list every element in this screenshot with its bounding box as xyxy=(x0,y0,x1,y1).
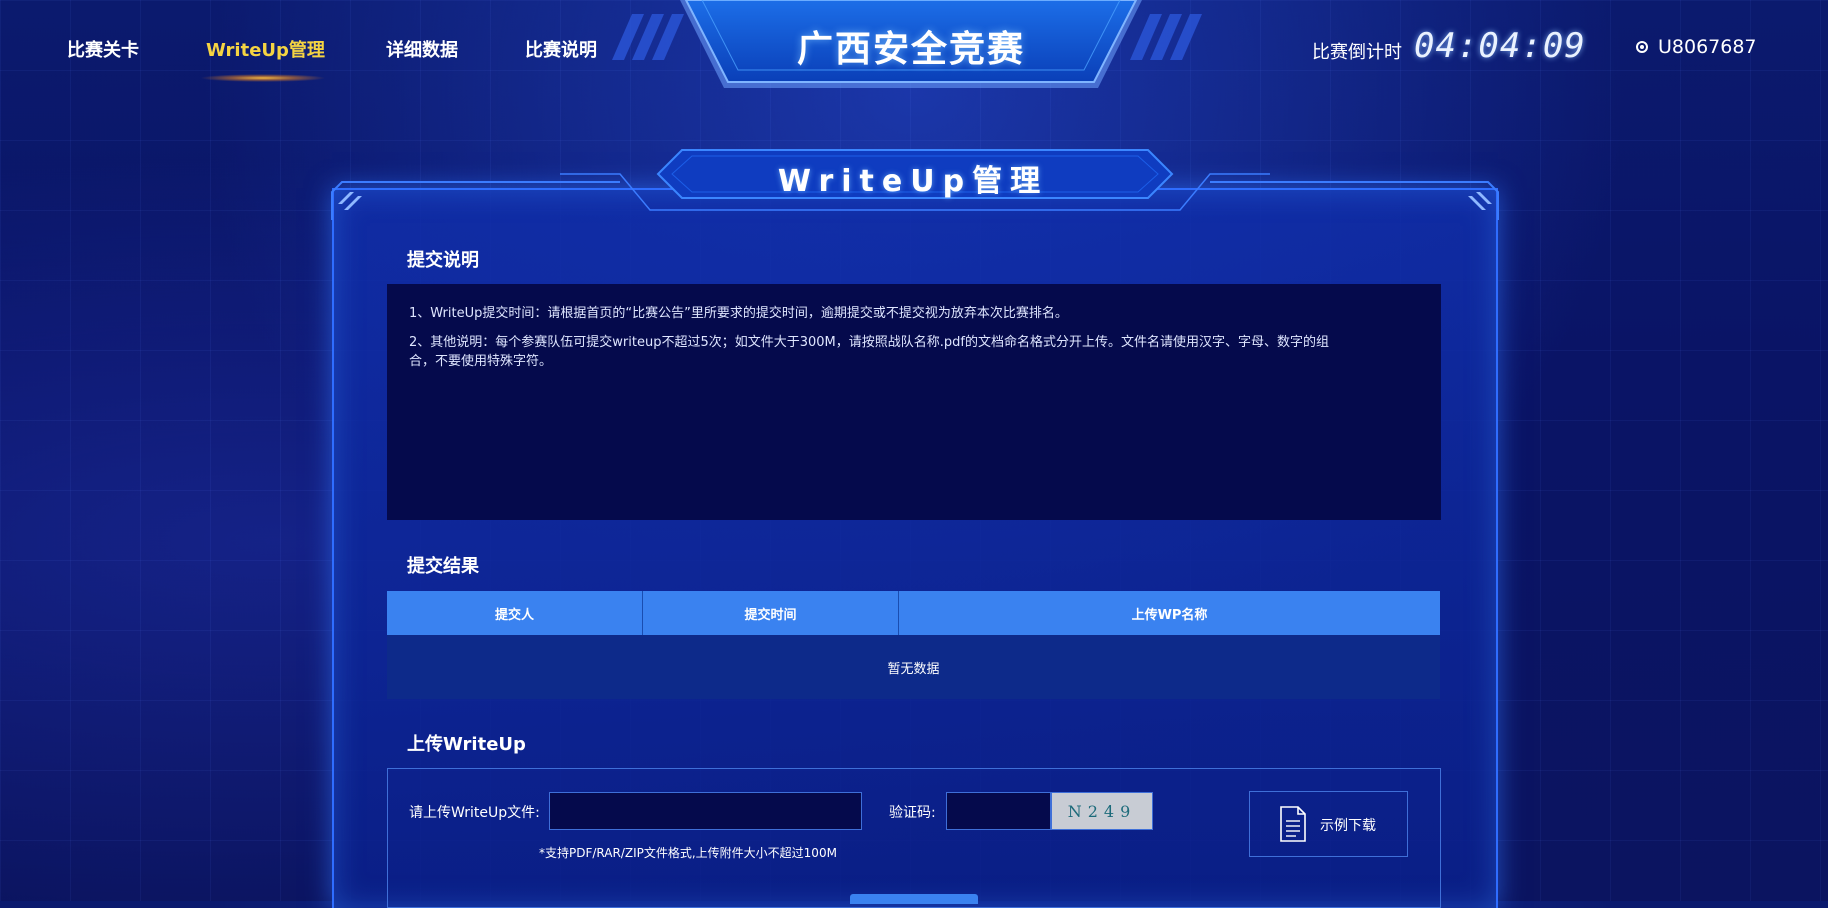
upload-hint: *支持PDF/RAR/ZIP文件格式,上传附件大小不超过100M xyxy=(539,846,837,860)
user-id[interactable]: U8067687 xyxy=(1658,36,1757,58)
upload-heading: 上传WriteUp xyxy=(407,734,526,755)
column-header-wp-name[interactable]: 上传WP名称 xyxy=(899,591,1440,635)
notice-box: 1、WriteUp提交时间：请根据首页的“比赛公告”里所要求的提交时间，逾期提交… xyxy=(387,284,1441,520)
captcha-label: 验证码: xyxy=(889,805,936,821)
captcha-image[interactable]: N249 xyxy=(1051,792,1153,830)
file-upload-label: 请上传WriteUp文件: xyxy=(409,805,540,821)
countdown-value: 04:04:09 xyxy=(1414,26,1586,66)
panel-title: WriteUp管理 xyxy=(777,164,1049,199)
captcha-input[interactable] xyxy=(946,792,1051,830)
document-icon xyxy=(1280,806,1306,842)
notice-heading: 提交说明 xyxy=(407,250,479,271)
site-title: 广西安全竞赛 xyxy=(796,29,1025,70)
column-header-submitter[interactable]: 提交人 xyxy=(387,591,643,635)
top-navigation-bar: 比赛关卡 WriteUp管理 详细数据 比赛说明 广西安全竞赛 比赛倒计时 04… xyxy=(0,0,1828,100)
submit-button[interactable] xyxy=(850,894,978,904)
results-heading: 提交结果 xyxy=(407,556,479,577)
nav-item-levels[interactable]: 比赛关卡 xyxy=(67,36,139,62)
notice-item: 2、其他说明：每个参赛队伍可提交writeup不超过5次；如文件大于300M，请… xyxy=(409,335,1329,369)
table-header: 提交人 提交时间 上传WP名称 xyxy=(387,591,1440,635)
results-table: 提交人 提交时间 上传WP名称 暂无数据 xyxy=(387,591,1440,699)
countdown-label: 比赛倒计时 xyxy=(1312,42,1402,63)
nav-item-rules[interactable]: 比赛说明 xyxy=(525,36,597,62)
writeup-file-input[interactable] xyxy=(549,792,862,830)
user-icon xyxy=(1636,41,1648,53)
empty-state: 暂无数据 xyxy=(387,635,1440,699)
column-header-submit-time[interactable]: 提交时间 xyxy=(643,591,899,635)
notice-item: 1、WriteUp提交时间：请根据首页的“比赛公告”里所要求的提交时间，逾期提交… xyxy=(409,306,1068,321)
title-plate: 广西安全竞赛 xyxy=(680,0,1142,90)
right-stripes-decoration xyxy=(1130,14,1202,60)
sample-download-button[interactable]: 示例下载 xyxy=(1249,791,1408,857)
nav-item-details[interactable]: 详细数据 xyxy=(386,36,458,62)
nav-item-writeup[interactable]: WriteUp管理 xyxy=(206,36,325,62)
active-nav-glow xyxy=(200,74,326,82)
sample-download-label: 示例下载 xyxy=(1320,818,1376,834)
